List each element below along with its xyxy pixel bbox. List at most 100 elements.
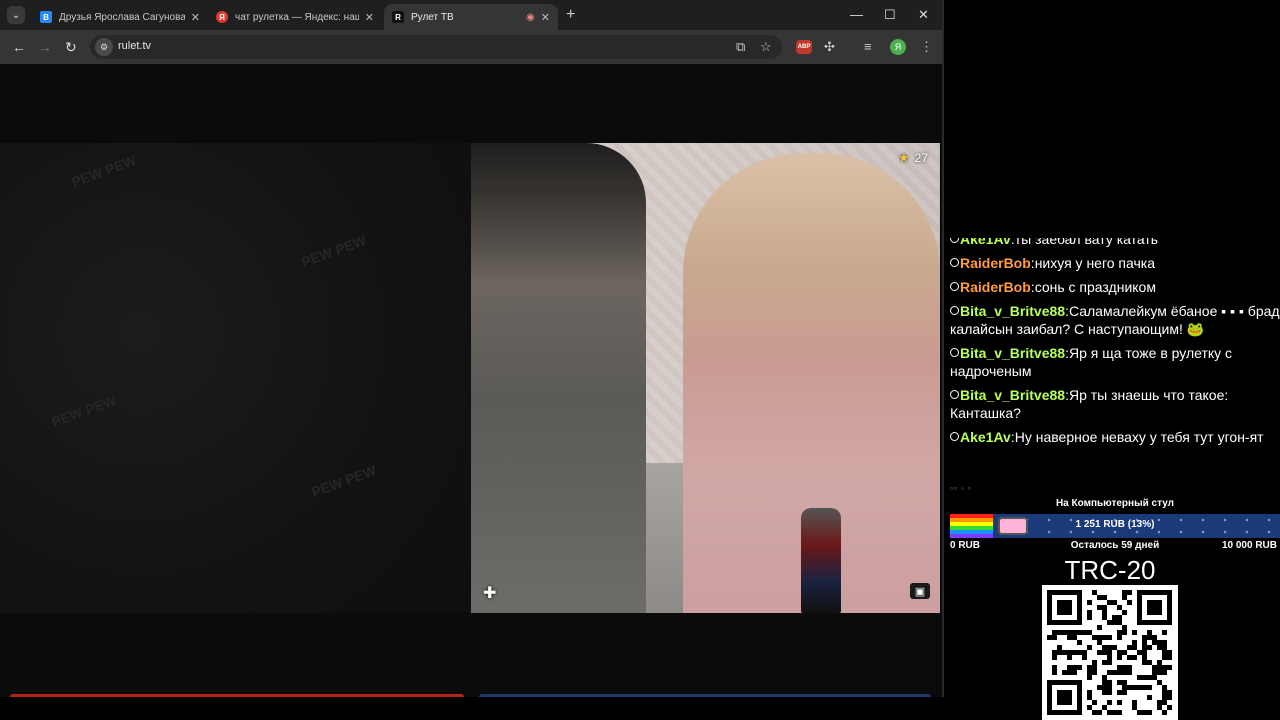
chat-message: Ake1Av:Ну наверное неваху у тебя тут уго… (950, 428, 1280, 446)
address-bar[interactable]: ⚙ rulet.tv (90, 35, 782, 59)
browser-window: ⌄ B Друзья Ярослава Сагунова – З ✕ Я чат… (0, 0, 944, 697)
qr-module (1157, 665, 1162, 670)
extensions-puzzle-icon[interactable]: ✣ (824, 39, 835, 55)
chat-message: RaiderBob:сонь с праздником (950, 278, 1280, 296)
qr-module (1067, 650, 1072, 655)
qr-module (1127, 600, 1132, 605)
qr-module (1072, 635, 1077, 640)
bookmark-star-icon[interactable]: ☆ (760, 39, 772, 55)
qr-module (1112, 615, 1117, 620)
donation-goal-title: На Компьютерный стул (1055, 498, 1175, 509)
qr-module (1107, 650, 1112, 655)
qr-module (1077, 630, 1082, 635)
qr-module (1157, 640, 1162, 645)
media-controls-icon[interactable]: ≡ (864, 39, 872, 54)
minimize-icon[interactable]: — (850, 7, 863, 22)
qr-module (1162, 695, 1167, 700)
partner-video: ★ 27 ✚ ▣ (471, 143, 940, 613)
maximize-icon[interactable]: ☐ (884, 7, 896, 23)
qr-module (1142, 640, 1147, 645)
qr-module (1127, 645, 1132, 650)
donation-progress-bar: 1 251 RUB (13%) (950, 514, 1280, 538)
qr-module (1117, 615, 1122, 620)
close-icon[interactable]: ✕ (541, 11, 550, 24)
qr-module (1107, 635, 1112, 640)
qr-module (1097, 605, 1102, 610)
vk-icon: B (40, 11, 52, 23)
gamepad-icon[interactable]: ✚ (483, 583, 496, 603)
qr-module (1102, 660, 1107, 665)
chat-username: Bita_v_Britve88 (960, 345, 1066, 361)
close-window-icon[interactable]: ✕ (918, 7, 929, 23)
rating-badge: ★ 27 (898, 150, 928, 166)
qr-module (1117, 605, 1122, 610)
qr-module (1097, 595, 1102, 600)
qr-module (1112, 645, 1117, 650)
qr-module (1082, 650, 1087, 655)
qr-module (1052, 650, 1057, 655)
close-icon[interactable]: ✕ (191, 11, 200, 24)
tab-yandex[interactable]: Я чат рулетка — Яндекс: нашло ✕ (208, 4, 382, 30)
toolbar: ← → ↻ ⚙ rulet.tv ⧉ ☆ ABP ✣ ≡ Я ⋮ (0, 30, 942, 64)
qr-module (1147, 710, 1152, 715)
menu-dots-icon[interactable]: ⋮ (920, 39, 933, 55)
qr-module (1072, 650, 1077, 655)
chat-message: Bita_v_Britve88:Саламалейкум ёбаное ▪ ▪ … (950, 303, 1280, 337)
back-arrow-icon[interactable]: ← (12, 39, 26, 55)
close-icon[interactable]: ✕ (365, 11, 374, 24)
page-content: PEW PEW PEW PEW PEW PEW PEW PEW ★ 27 ✚ ▣ (0, 64, 940, 697)
install-app-icon[interactable]: ⧉ (736, 39, 745, 55)
next-button[interactable] (479, 694, 931, 697)
qr-module (1102, 605, 1107, 610)
qr-module (1102, 705, 1107, 710)
qr-module (1132, 685, 1137, 690)
qr-module (1097, 625, 1102, 630)
qr-module (1107, 710, 1112, 715)
qr-module (1097, 650, 1102, 655)
url-text[interactable]: rulet.tv (118, 40, 151, 52)
qr-module (1117, 635, 1122, 640)
qr-module (1147, 645, 1152, 650)
qr-module (1122, 680, 1127, 685)
qr-module (1107, 700, 1112, 705)
stop-button[interactable] (10, 694, 464, 697)
doodle-text: PEW PEW (69, 151, 139, 191)
chat-text: нихуя у него пачка (1034, 255, 1156, 271)
site-info-icon[interactable]: ⚙ (95, 38, 113, 56)
qr-module (1152, 670, 1157, 675)
new-tab-button[interactable]: + (566, 6, 575, 24)
qr-module (1117, 630, 1122, 635)
qr-module (1087, 695, 1092, 700)
qr-module (1157, 670, 1162, 675)
self-camera-placeholder: PEW PEW PEW PEW PEW PEW PEW PEW (0, 143, 471, 613)
chat-username: Ake1Av (960, 429, 1011, 445)
adblock-icon[interactable]: ABP (796, 40, 812, 54)
qr-module (1107, 690, 1112, 695)
qr-module (1122, 650, 1127, 655)
forward-arrow-icon[interactable]: → (38, 39, 52, 55)
qr-module (1102, 685, 1107, 690)
qr-module (1102, 675, 1107, 680)
qr-module (1127, 655, 1132, 660)
chat-username: Bita_v_Britve88 (960, 387, 1066, 403)
qr-module (1087, 670, 1092, 675)
circle-icon (950, 258, 959, 267)
qr-module (1162, 640, 1167, 645)
tab-rulet[interactable]: R Рулет ТВ ◉ ✕ (384, 4, 558, 30)
reload-icon[interactable]: ↻ (65, 39, 77, 56)
tab-search-icon[interactable]: ⌄ (7, 6, 25, 24)
qr-module (1092, 660, 1097, 665)
qr-module (1112, 710, 1117, 715)
gift-icon[interactable]: ▣ (910, 583, 930, 599)
tab-vk[interactable]: B Друзья Ярослава Сагунова – З ✕ (32, 4, 208, 30)
qr-module (1057, 650, 1062, 655)
qr-module (1162, 655, 1167, 660)
crypto-label: TRC-20 (1064, 555, 1156, 585)
qr-module (1087, 705, 1092, 710)
qr-module (1122, 685, 1127, 690)
qr-module (1077, 640, 1082, 645)
qr-module (1062, 650, 1067, 655)
qr-module (1137, 710, 1142, 715)
profile-avatar[interactable]: Я (890, 39, 906, 55)
chat-username: Ake1Av (960, 238, 1011, 247)
